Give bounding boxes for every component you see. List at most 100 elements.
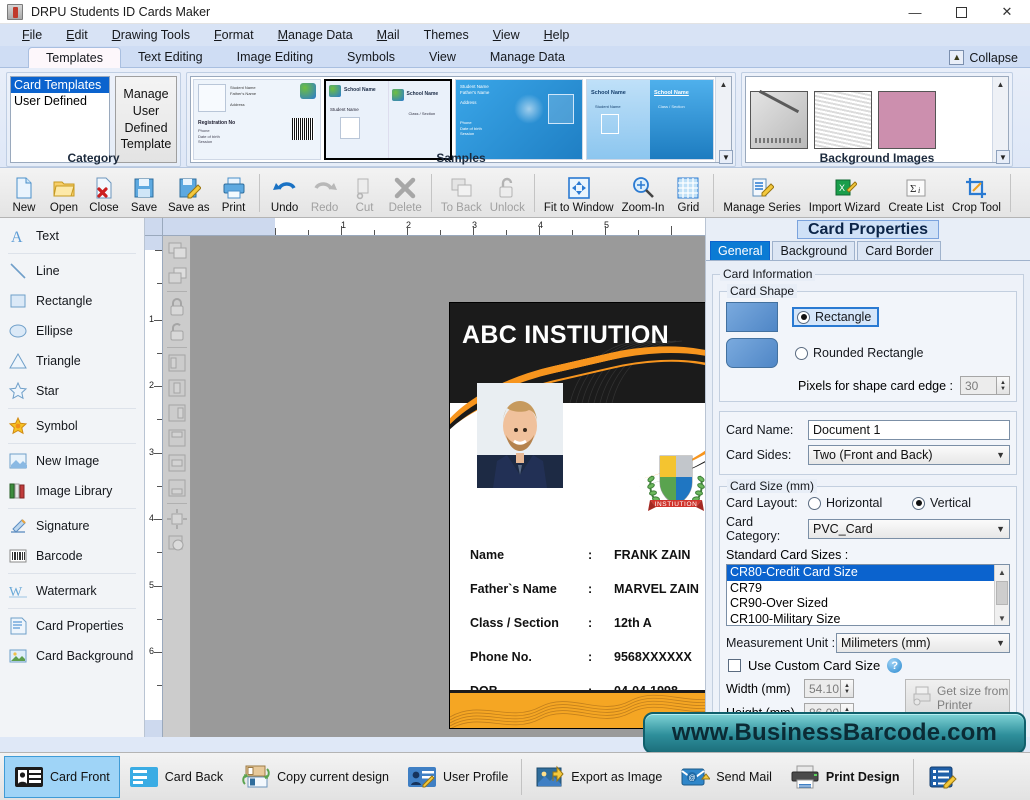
samples-strip[interactable]: Student Name Father's Name Address Regist… xyxy=(190,76,732,163)
ribbon-tab-symbols[interactable]: Symbols xyxy=(330,47,412,67)
menu-mail[interactable]: Mail xyxy=(365,26,412,44)
use-custom-card-size-checkbox[interactable] xyxy=(728,659,741,672)
bg-thumb-sketch[interactable] xyxy=(814,90,872,149)
measurement-unit-select[interactable]: Milimeters (mm) ▼ xyxy=(836,633,1010,653)
pixels-stepper-arrows[interactable]: ▲ ▼ xyxy=(996,377,1009,394)
shape-preview-rectangle[interactable] xyxy=(726,302,778,332)
toolbar-undo-button[interactable]: Undo xyxy=(265,170,305,216)
card-photo[interactable] xyxy=(477,383,563,488)
sample-template-3[interactable]: Student Name Father's Name Address Phone D… xyxy=(455,79,583,160)
align-middle-icon[interactable] xyxy=(166,452,188,474)
list-item[interactable]: CR90-Over Sized xyxy=(727,596,1009,612)
ribbon-tab-templates[interactable]: Templates xyxy=(28,47,121,68)
menu-file[interactable]: File xyxy=(10,26,54,44)
bg-thumb-pen[interactable] xyxy=(750,89,808,149)
menu-edit[interactable]: Edit xyxy=(54,26,100,44)
standard-card-sizes-list[interactable]: CR80-Credit Card Size CR79 CR90-Over Siz… xyxy=(726,564,1010,626)
toolbar-grid-button[interactable]: Grid xyxy=(668,170,708,216)
rotate-icon[interactable] xyxy=(166,533,188,555)
tool-barcode[interactable]: Barcode xyxy=(0,541,144,571)
menu-format[interactable]: Format xyxy=(202,26,266,44)
toolbar-fit-to-window-button[interactable]: Fit to Window xyxy=(540,170,618,216)
tool-card-background[interactable]: Card Background xyxy=(0,641,144,671)
list-item[interactable]: CR79 xyxy=(727,581,1009,597)
menu-view[interactable]: View xyxy=(481,26,532,44)
maximize-button[interactable] xyxy=(938,0,984,24)
help-question-icon[interactable]: ? xyxy=(887,658,903,673)
toolbar-close-button[interactable]: Close xyxy=(84,170,124,216)
list-scroll-thumb[interactable] xyxy=(996,581,1008,605)
send-mail-button[interactable]: @ Send Mail xyxy=(671,756,781,798)
card-back-button[interactable]: Card Back xyxy=(120,756,232,798)
tab-background[interactable]: Background xyxy=(772,241,856,260)
menu-help[interactable]: Help xyxy=(532,26,582,44)
tool-rectangle[interactable]: Rectangle xyxy=(0,286,144,316)
menu-drawing-tools[interactable]: Drawing Tools xyxy=(100,26,202,44)
sample-template-4[interactable]: School Name Student Name School Name Cla… xyxy=(586,79,714,160)
tool-triangle[interactable]: Triangle xyxy=(0,346,144,376)
tool-watermark[interactable]: W Watermark xyxy=(0,576,144,606)
card-batch-data-button[interactable] xyxy=(918,756,972,798)
bring-forward-icon[interactable] xyxy=(166,240,188,262)
menu-themes[interactable]: Themes xyxy=(412,26,481,44)
toolbar-import-wizard-button[interactable]: X Import Wizard xyxy=(805,170,885,216)
ribbon-tab-view[interactable]: View xyxy=(412,47,473,67)
collapse-ribbon-button[interactable]: ▲ Collapse xyxy=(949,50,1018,65)
samples-more-button[interactable]: ▼ xyxy=(719,150,733,164)
list-item[interactable]: CR80-Credit Card Size xyxy=(727,565,1009,581)
radio-rectangle[interactable]: Rectangle xyxy=(792,307,880,327)
category-item-card-templates[interactable]: Card Templates xyxy=(11,77,109,93)
radio-horizontal[interactable]: Horizontal xyxy=(808,496,912,510)
card-front-button[interactable]: Card Front xyxy=(4,755,120,798)
card-name-input[interactable]: Document 1 xyxy=(808,420,1010,440)
align-top-icon[interactable] xyxy=(166,427,188,449)
category-item-user-defined[interactable]: User Defined xyxy=(11,93,109,109)
width-stepper-arrows[interactable]: ▲ ▼ xyxy=(840,680,853,697)
tool-text[interactable]: A Text xyxy=(0,221,144,251)
background-images-more-button[interactable]: ▼ xyxy=(996,150,1010,164)
user-profile-button[interactable]: User Profile xyxy=(398,756,517,798)
toolbar-new-button[interactable]: New xyxy=(4,170,44,216)
tool-image-library[interactable]: Image Library xyxy=(0,476,144,506)
send-backward-icon[interactable] xyxy=(166,265,188,287)
radio-rounded-rectangle[interactable]: Rounded Rectangle xyxy=(792,346,924,360)
toolbar-create-list-button[interactable]: Σi Create List xyxy=(884,170,948,216)
tool-new-image[interactable]: New Image xyxy=(0,446,144,476)
print-design-button[interactable]: Print Design xyxy=(781,756,909,798)
sample-template-1[interactable]: Student Name Father's Name Address Regist… xyxy=(193,79,321,160)
ribbon-tab-text-editing[interactable]: Text Editing xyxy=(121,47,220,67)
tool-star[interactable]: Star xyxy=(0,376,144,406)
distribute-icon[interactable] xyxy=(166,508,188,530)
list-scroll-up-button[interactable]: ▲ xyxy=(995,565,1009,579)
tool-symbol[interactable]: Symbol xyxy=(0,411,144,441)
export-as-image-button[interactable]: Export as Image xyxy=(526,756,671,798)
toolbar-zoom-in-button[interactable]: Zoom-In xyxy=(618,170,669,216)
align-center-icon[interactable] xyxy=(166,377,188,399)
tool-line[interactable]: Line xyxy=(0,256,144,286)
align-right-icon[interactable] xyxy=(166,402,188,424)
list-item[interactable]: CR100-Military Size xyxy=(727,612,1009,626)
sample-template-2[interactable]: School Name Student Name School Name Cla… xyxy=(324,79,452,160)
bg-scroll-up-button[interactable]: ▲ xyxy=(993,77,1008,92)
shape-preview-rounded-rectangle[interactable] xyxy=(726,338,778,368)
toolbar-save-as-button[interactable]: Save as xyxy=(164,170,214,216)
toolbar-save-button[interactable]: Save xyxy=(124,170,164,216)
ribbon-tab-image-editing[interactable]: Image Editing xyxy=(220,47,330,67)
pixels-for-shape-stepper[interactable]: 30 ▲ ▼ xyxy=(960,376,1010,395)
unlock-icon[interactable] xyxy=(166,321,188,343)
toolbar-print-button[interactable]: Print xyxy=(214,170,254,216)
samples-scroll-up-button[interactable]: ▲ xyxy=(716,77,731,92)
list-scroll-down-button[interactable]: ▼ xyxy=(995,611,1009,625)
menu-manage-data[interactable]: Manage Data xyxy=(266,26,365,44)
manage-user-defined-template-button[interactable]: Manage User Defined Template xyxy=(115,76,177,163)
align-bottom-icon[interactable] xyxy=(166,477,188,499)
tab-card-border[interactable]: Card Border xyxy=(857,241,942,260)
close-button[interactable]: ✕ xyxy=(984,0,1030,24)
radio-vertical[interactable]: Vertical xyxy=(912,496,971,510)
tool-ellipse[interactable]: Ellipse xyxy=(0,316,144,346)
card-sides-select[interactable]: Two (Front and Back) ▼ xyxy=(808,445,1010,465)
id-card-design[interactable]: ABC INSTIUTION INSTIUTION Name: FRANK Z… xyxy=(450,303,705,728)
toolbar-crop-tool-button[interactable]: Crop Tool xyxy=(948,170,1005,216)
ribbon-tab-manage-data[interactable]: Manage Data xyxy=(473,47,582,67)
tool-card-properties[interactable]: Card Properties xyxy=(0,611,144,641)
